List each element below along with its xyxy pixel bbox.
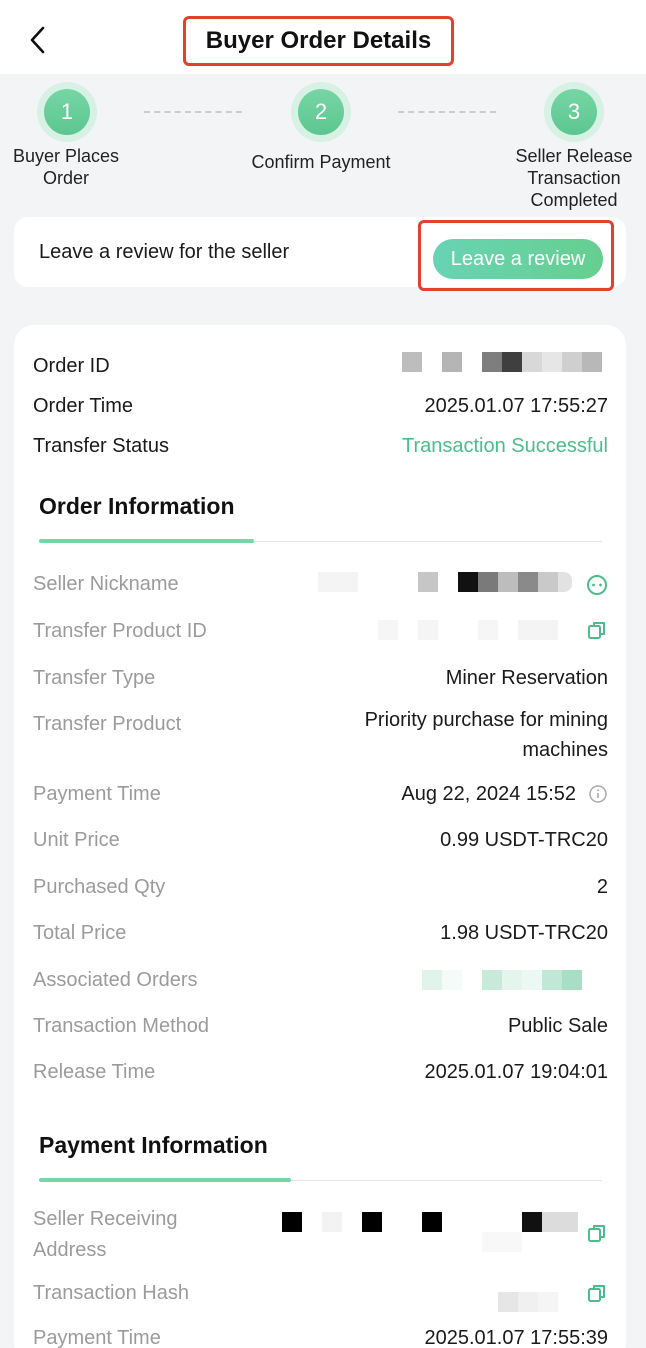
transaction-method-label: Transaction Method	[33, 1015, 210, 1037]
transaction-method-value: Public Sale	[507, 1015, 608, 1037]
payment-confirm-time-value: 2025.01.07 17:55:39	[424, 1327, 608, 1348]
transfer-status-label: Transfer Status	[33, 435, 169, 457]
transfer-product-value-line1: Priority purchase for mining	[364, 709, 608, 731]
step-2-label: Confirm Payment	[251, 152, 391, 172]
seller-address-label-line1: Seller Receiving	[33, 1208, 178, 1230]
order-details-card: Order ID Order Time 2025.01.07 17:55:27 …	[14, 325, 626, 1348]
transfer-product-value-line2: machines	[522, 739, 608, 761]
release-time-value: 2025.01.07 19:04:01	[424, 1061, 608, 1083]
release-time-label: Release Time	[33, 1061, 156, 1083]
seller-address-row: Seller Receiving Address	[33, 1208, 608, 1270]
top-bar: Buyer Order Details	[0, 0, 646, 74]
step-2-indicator: 2	[291, 82, 351, 142]
order-id-label: Order ID	[33, 355, 110, 377]
order-info-title[interactable]: Order Information	[39, 493, 235, 520]
transfer-product-label: Transfer Product	[33, 713, 182, 735]
copy-icon[interactable]	[586, 1282, 608, 1304]
purchased-qty-label: Purchased Qty	[33, 876, 166, 898]
step-1-number: 1	[44, 89, 90, 135]
step-1-indicator: 1	[37, 82, 97, 142]
transaction-hash-redacted	[498, 1292, 578, 1312]
back-button[interactable]	[22, 22, 52, 58]
step-3-label: Seller Release Transaction Completed	[515, 146, 633, 210]
review-button-highlight: Leave a review	[418, 220, 614, 291]
chat-icon[interactable]	[586, 574, 608, 596]
order-time-label: Order Time	[33, 395, 134, 417]
seller-address-label-line2: Address	[33, 1239, 107, 1261]
seller-address-redacted	[282, 1212, 578, 1252]
order-id-value-redacted	[402, 352, 602, 372]
step-connector	[398, 111, 496, 113]
associated-orders-link-redacted[interactable]	[422, 970, 582, 990]
transfer-status-value: Transaction Successful	[401, 435, 608, 457]
page-title-highlight: Buyer Order Details	[183, 16, 454, 66]
payment-time-value: Aug 22, 2024 15:52	[401, 783, 576, 805]
payment-time-label: Payment Time	[33, 783, 161, 805]
transfer-product-id-label: Transfer Product ID	[33, 620, 207, 642]
step-connector	[144, 111, 242, 113]
unit-price-value: 0.99 USDT-TRC20	[440, 829, 608, 851]
seller-nickname-label: Seller Nickname	[33, 573, 179, 595]
copy-icon[interactable]	[586, 1222, 608, 1244]
payment-confirm-time-label: Payment Time	[33, 1327, 161, 1348]
associated-orders-label: Associated Orders	[33, 969, 198, 991]
transfer-type-value: Miner Reservation	[445, 667, 608, 689]
transaction-hash-label: Transaction Hash	[33, 1282, 189, 1304]
step-3-number: 3	[551, 89, 597, 135]
payment-info-title[interactable]: Payment Information	[39, 1132, 268, 1159]
info-icon[interactable]	[588, 784, 608, 804]
back-arrow-icon	[30, 26, 45, 54]
step-3-indicator: 3	[544, 82, 604, 142]
transfer-type-label: Transfer Type	[33, 667, 156, 689]
progress-steps: 1 2 3 Buyer Places Order Confirm Payment…	[0, 74, 646, 214]
total-price-value: 1.98 USDT-TRC20	[440, 922, 608, 944]
purchased-qty-value: 2	[596, 876, 608, 898]
review-prompt: Leave a review for the seller	[39, 241, 290, 263]
transfer-product-row: Transfer Product Priority purchase for m…	[33, 709, 608, 775]
leave-review-button[interactable]: Leave a review	[433, 239, 603, 279]
total-price-label: Total Price	[33, 922, 127, 944]
page-title: Buyer Order Details	[205, 27, 432, 54]
unit-price-label: Unit Price	[33, 829, 120, 851]
copy-icon[interactable]	[586, 619, 608, 641]
transfer-product-id-redacted	[378, 620, 578, 640]
payment-info-underline	[39, 1178, 291, 1182]
step-2-number: 2	[298, 89, 344, 135]
seller-nickname-redacted	[318, 572, 578, 592]
order-time-value: 2025.01.07 17:55:27	[424, 395, 608, 417]
step-1-label: Buyer Places Order	[12, 146, 120, 188]
order-info-underline	[39, 539, 254, 543]
